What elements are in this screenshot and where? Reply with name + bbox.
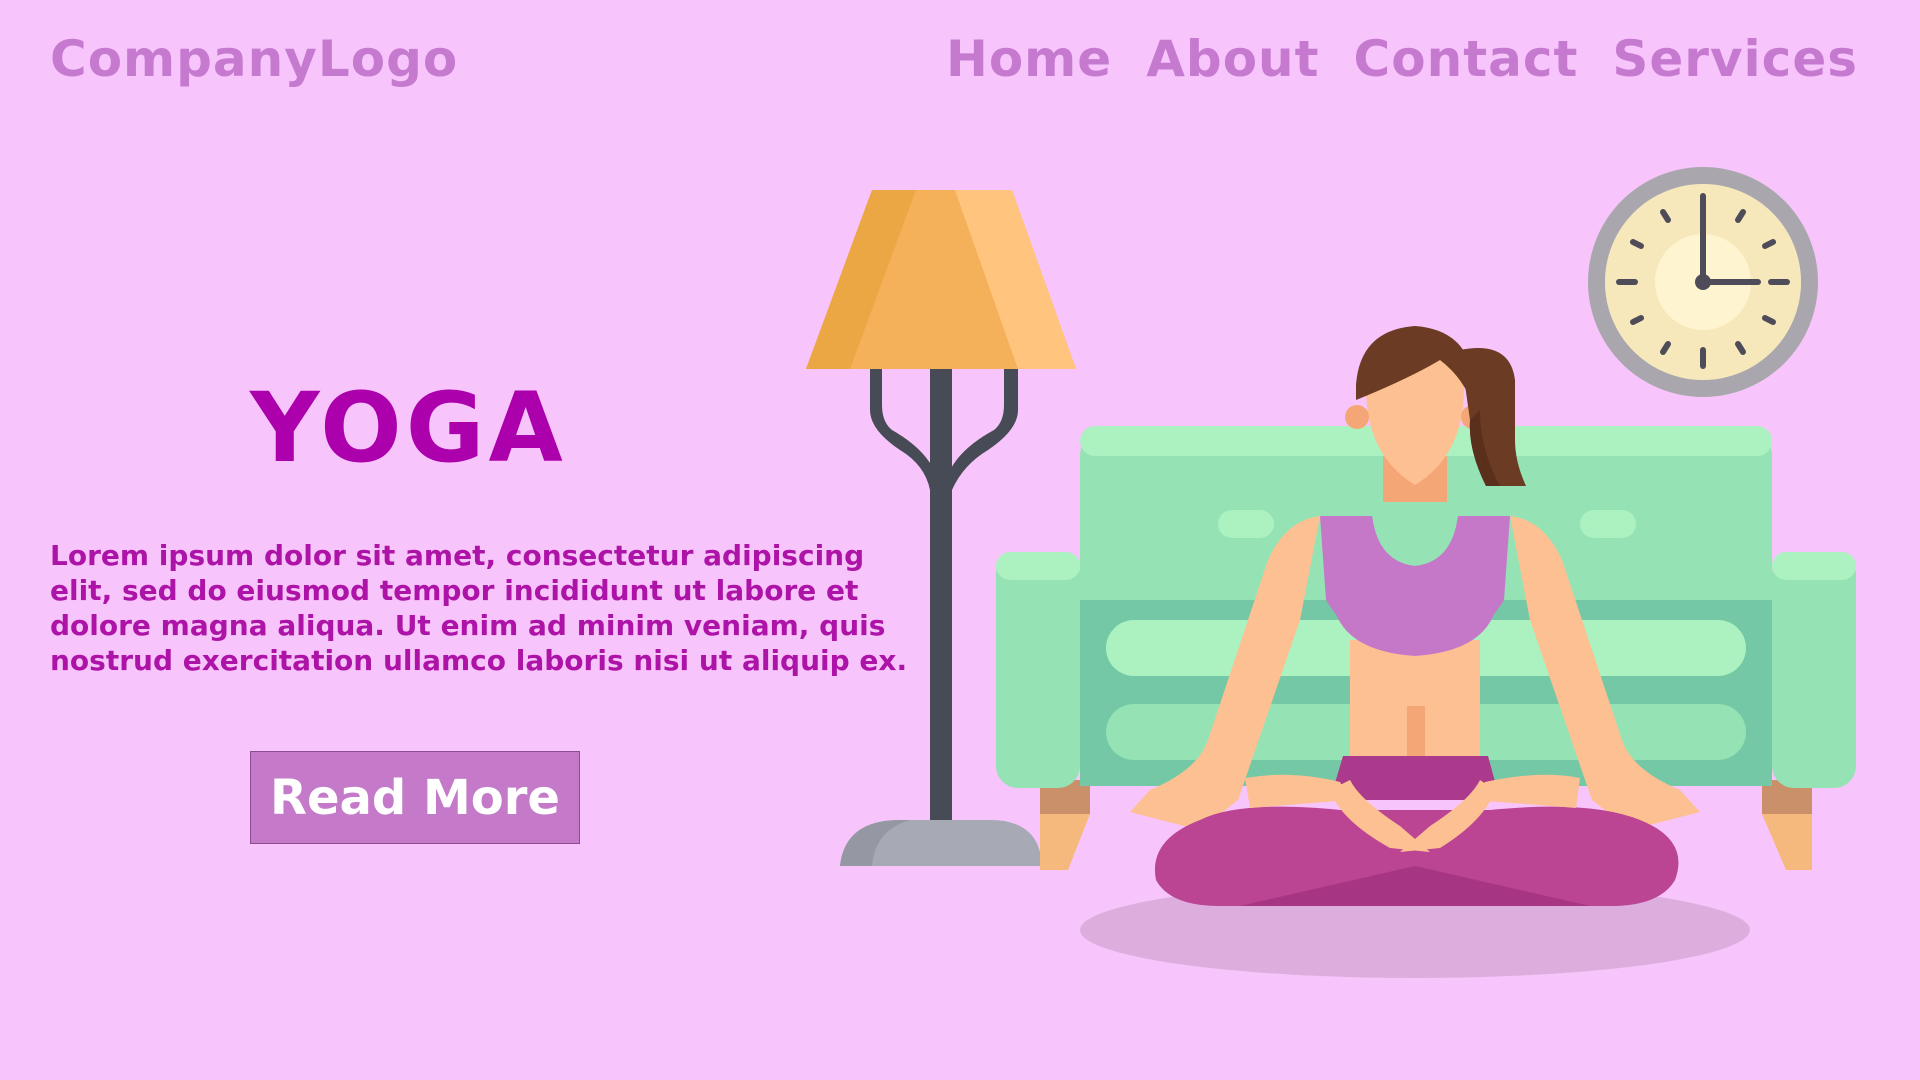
yoga-illustration [806,167,1856,978]
wall-clock-icon [1588,167,1818,397]
